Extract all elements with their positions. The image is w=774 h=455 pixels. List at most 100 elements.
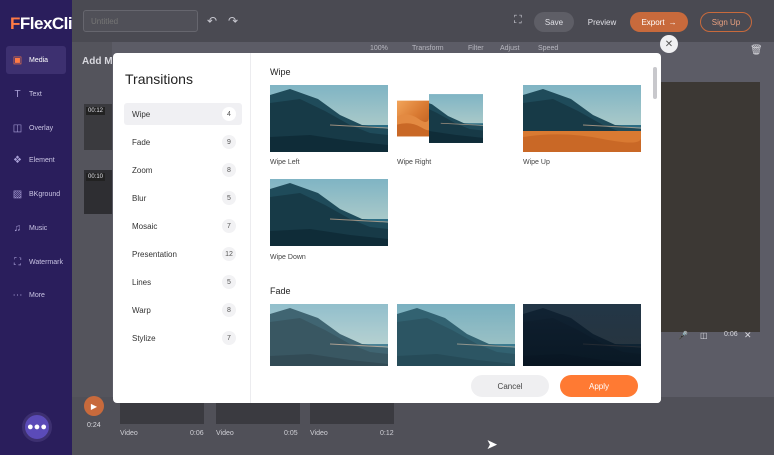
chat-support-button[interactable]: ●●● bbox=[22, 412, 52, 442]
category-warp[interactable]: Warp 8 bbox=[124, 299, 242, 321]
sidebar-item-background[interactable]: ▨ BKground bbox=[6, 180, 66, 208]
category-label: Blur bbox=[132, 193, 147, 203]
overlay-icon: ◫ bbox=[12, 122, 23, 134]
category-label: Mosaic bbox=[132, 221, 158, 231]
play-button[interactable]: ▶ bbox=[84, 396, 104, 416]
category-count: 7 bbox=[222, 331, 236, 345]
category-mosaic[interactable]: Mosaic 7 bbox=[124, 215, 242, 237]
sidebar-item-overlay[interactable]: ◫ Overlay bbox=[6, 114, 66, 142]
scene-duration: 0:06 bbox=[724, 331, 738, 338]
export-button[interactable]: Export → bbox=[630, 12, 688, 32]
category-label: Stylize bbox=[132, 333, 156, 343]
close-icon: ✕ bbox=[664, 38, 674, 50]
zoom-level[interactable]: 100% bbox=[370, 45, 388, 52]
signup-button[interactable]: Sign Up bbox=[700, 12, 752, 32]
transform-tool[interactable]: Transform bbox=[412, 45, 444, 52]
dialog-title: Transitions bbox=[125, 71, 193, 87]
fullscreen-icon[interactable]: ⛶ bbox=[514, 14, 522, 27]
save-button[interactable]: Save bbox=[534, 12, 574, 32]
speed-tool[interactable]: Speed bbox=[538, 45, 558, 52]
thumbnail-image bbox=[270, 179, 388, 246]
sidebar-item-label: Media bbox=[29, 56, 49, 64]
element-icon: ❖ bbox=[13, 154, 22, 166]
category-count: 4 bbox=[222, 107, 236, 121]
clip-label: Video bbox=[216, 430, 234, 437]
category-count: 5 bbox=[222, 191, 236, 205]
thumbnail-image bbox=[270, 85, 388, 152]
sidebar-item-label: Watermark bbox=[29, 258, 63, 266]
filter-tool[interactable]: Filter bbox=[468, 45, 484, 52]
category-zoom[interactable]: Zoom 8 bbox=[124, 159, 242, 181]
transitions-dialog: Transitions Wipe 4 Fade 9 Zoom 8 Blur 5 … bbox=[113, 53, 661, 403]
project-title-input[interactable] bbox=[83, 10, 198, 32]
close-icon[interactable]: ✕ bbox=[744, 330, 752, 341]
dialog-close-button[interactable]: ✕ bbox=[660, 35, 678, 53]
preview-canvas bbox=[660, 82, 760, 332]
more-icon: ⋯ bbox=[12, 289, 23, 301]
category-lines[interactable]: Lines 5 bbox=[124, 271, 242, 293]
logo-mark: F bbox=[10, 14, 20, 33]
category-count: 8 bbox=[222, 303, 236, 317]
redo-icon[interactable]: ↷ bbox=[228, 14, 238, 28]
thumbnail-duration: 00:10 bbox=[86, 173, 106, 181]
transition-wipe-left[interactable] bbox=[270, 85, 388, 152]
transition-wipe-up[interactable] bbox=[523, 85, 641, 152]
category-stylize[interactable]: Stylize 7 bbox=[124, 327, 242, 349]
sidebar-item-label: BKground bbox=[29, 190, 61, 198]
trash-icon[interactable]: 🗑 bbox=[750, 45, 763, 56]
gallery-scrollbar[interactable] bbox=[653, 67, 657, 99]
category-blur[interactable]: Blur 5 bbox=[124, 187, 242, 209]
music-icon: ♫ bbox=[13, 222, 22, 234]
transition-fade-item[interactable] bbox=[523, 304, 641, 371]
arrow-right-icon: → bbox=[668, 17, 677, 27]
sidebar-item-media[interactable]: ▣ Media bbox=[6, 46, 66, 74]
category-label: Wipe bbox=[132, 109, 151, 119]
category-label: Lines bbox=[132, 277, 152, 287]
category-count: 5 bbox=[222, 275, 236, 289]
play-icon: ▶ bbox=[90, 401, 98, 411]
timeline-clip[interactable] bbox=[310, 402, 394, 424]
clip-duration: 0:05 bbox=[284, 430, 298, 437]
category-label: Zoom bbox=[132, 165, 153, 175]
sidebar-item-label: Music bbox=[29, 224, 48, 232]
sidebar-item-element[interactable]: ❖ Element bbox=[6, 146, 66, 174]
clip-duration: 0:12 bbox=[380, 430, 394, 437]
clip-label: Video bbox=[310, 430, 328, 437]
thumbnail-image bbox=[523, 85, 641, 152]
text-icon: T bbox=[14, 88, 21, 100]
timeline-clip[interactable] bbox=[120, 402, 204, 424]
category-fade[interactable]: Fade 9 bbox=[124, 131, 242, 153]
category-count: 8 bbox=[222, 163, 236, 177]
clip-label: Video bbox=[120, 430, 138, 437]
transition-wipe-right[interactable] bbox=[397, 85, 515, 152]
dialog-footer: Cancel Apply bbox=[252, 366, 661, 403]
thumbnail-image bbox=[397, 304, 515, 371]
sidebar-item-music[interactable]: ♫ Music bbox=[6, 214, 66, 242]
sidebar-item-label: Text bbox=[29, 90, 42, 98]
export-label: Export bbox=[641, 17, 665, 27]
transition-label: Wipe Down bbox=[270, 254, 306, 261]
transition-fade-item[interactable] bbox=[397, 304, 515, 371]
undo-icon[interactable]: ↶ bbox=[207, 14, 217, 28]
thumbnail-image bbox=[397, 85, 515, 152]
microphone-icon[interactable]: 🎤 bbox=[678, 331, 688, 340]
transition-label: Wipe Up bbox=[523, 159, 550, 166]
media-panel-title: Add M bbox=[82, 56, 113, 67]
watermark-icon: ⛶ bbox=[14, 256, 21, 268]
category-presentation[interactable]: Presentation 12 bbox=[124, 243, 242, 265]
category-wipe[interactable]: Wipe 4 bbox=[124, 103, 242, 125]
mouse-cursor-icon: ➤ bbox=[486, 436, 498, 452]
adjust-tool[interactable]: Adjust bbox=[500, 45, 519, 52]
sidebar-item-text[interactable]: T Text bbox=[6, 80, 66, 108]
sidebar-item-more[interactable]: ⋯ More bbox=[6, 281, 66, 309]
cancel-button[interactable]: Cancel bbox=[471, 375, 549, 397]
transition-fade-item[interactable] bbox=[270, 304, 388, 371]
media-panel bbox=[72, 42, 112, 397]
sidebar-item-watermark[interactable]: ⛶ Watermark bbox=[6, 248, 66, 276]
preview-button[interactable]: Preview bbox=[582, 12, 622, 32]
timeline-clip[interactable] bbox=[216, 402, 300, 424]
split-icon[interactable]: ◫ bbox=[700, 331, 708, 340]
apply-button[interactable]: Apply bbox=[560, 375, 638, 397]
transition-wipe-down[interactable] bbox=[270, 179, 388, 246]
transition-categories: Transitions Wipe 4 Fade 9 Zoom 8 Blur 5 … bbox=[113, 53, 251, 403]
